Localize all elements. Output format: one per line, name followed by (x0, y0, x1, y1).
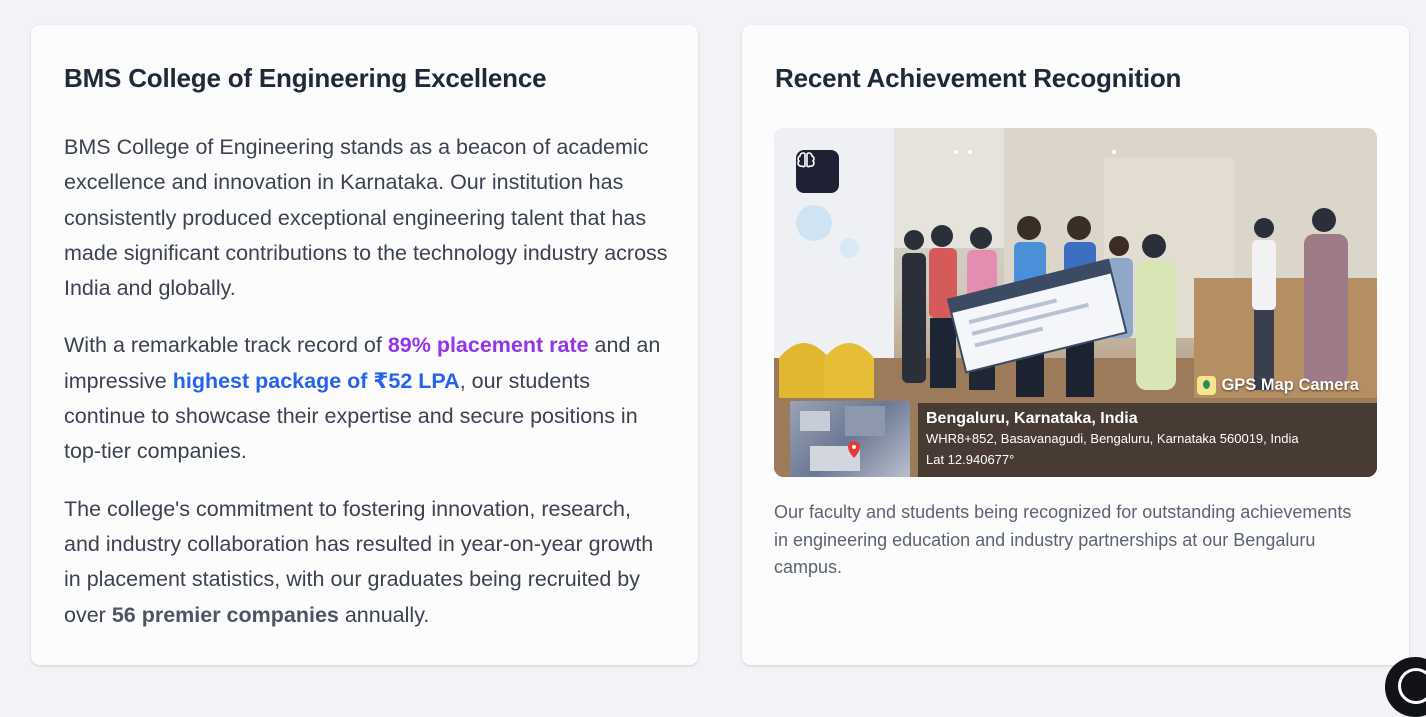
intro-paragraph: BMS College of Engineering stands as a b… (64, 135, 668, 301)
brain-icon (796, 150, 839, 193)
photo-caption: Our faculty and students being recognize… (774, 502, 1352, 577)
highest-package-highlight: highest package of ₹52 LPA (172, 368, 460, 393)
achievement-card: Recent Achievement Recognition GPS Map C… (742, 25, 1409, 665)
achievement-photo: GPS Map Camera Bengaluru, Karnataka, Ind… (774, 128, 1377, 477)
excellence-card-title: BMS College of Engineering Excellence (64, 63, 547, 93)
gps-info-overlay: Bengaluru, Karnataka, India WHR8+852, Ba… (918, 403, 1377, 477)
placement-text-start: With a remarkable track record of (64, 333, 388, 358)
brain-glyph (797, 152, 815, 168)
placement-paragraph: With a remarkable track record of 89% pl… (64, 328, 672, 469)
map-pin-icon (800, 406, 885, 471)
commitment-text-end: annually. (338, 602, 430, 627)
gps-city: Bengaluru, Karnataka, India (926, 410, 1138, 427)
excellence-card: BMS College of Engineering Excellence BM… (31, 25, 698, 665)
excellence-card-body: BMS College of Engineering stands as a b… (64, 130, 672, 655)
gps-camera-label: GPS Map Camera (1197, 376, 1359, 395)
gps-camera-label-text: GPS Map Camera (1221, 376, 1359, 394)
gps-latitude: Lat 12.940677° (926, 452, 1015, 467)
map-thumbnail (790, 401, 910, 477)
commitment-paragraph: The college's commitment to fostering in… (64, 492, 672, 633)
companies-count-highlight: 56 premier companies (111, 602, 339, 627)
gps-camera-logo-icon (1197, 376, 1217, 395)
achievement-card-title: Recent Achievement Recognition (775, 63, 1182, 93)
floating-chat-icon[interactable] (1385, 657, 1426, 717)
placement-rate-highlight: 89% placement rate (387, 333, 589, 358)
gps-address: WHR8+852, Basavanagudi, Bengaluru, Karna… (926, 431, 1299, 446)
